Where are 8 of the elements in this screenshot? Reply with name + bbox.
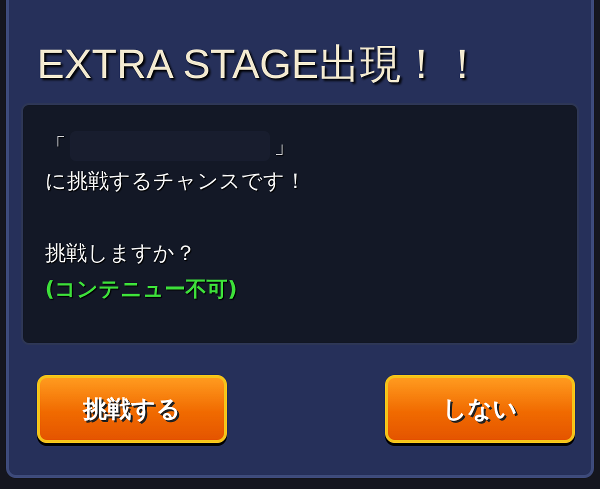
question-text: 挑戦しますか？ [45,240,197,267]
message-text: に挑戦するチャンスです！ [45,168,307,195]
dialog-title: EXTRA STAGE出現！！ [36,40,484,89]
accept-button[interactable]: 挑戦する [37,375,227,443]
close-bracket: 」 [274,133,295,160]
open-bracket: 「 [45,133,66,160]
decline-button[interactable]: しない [385,375,575,443]
note-text: (コンテニュー不可) [45,276,238,303]
